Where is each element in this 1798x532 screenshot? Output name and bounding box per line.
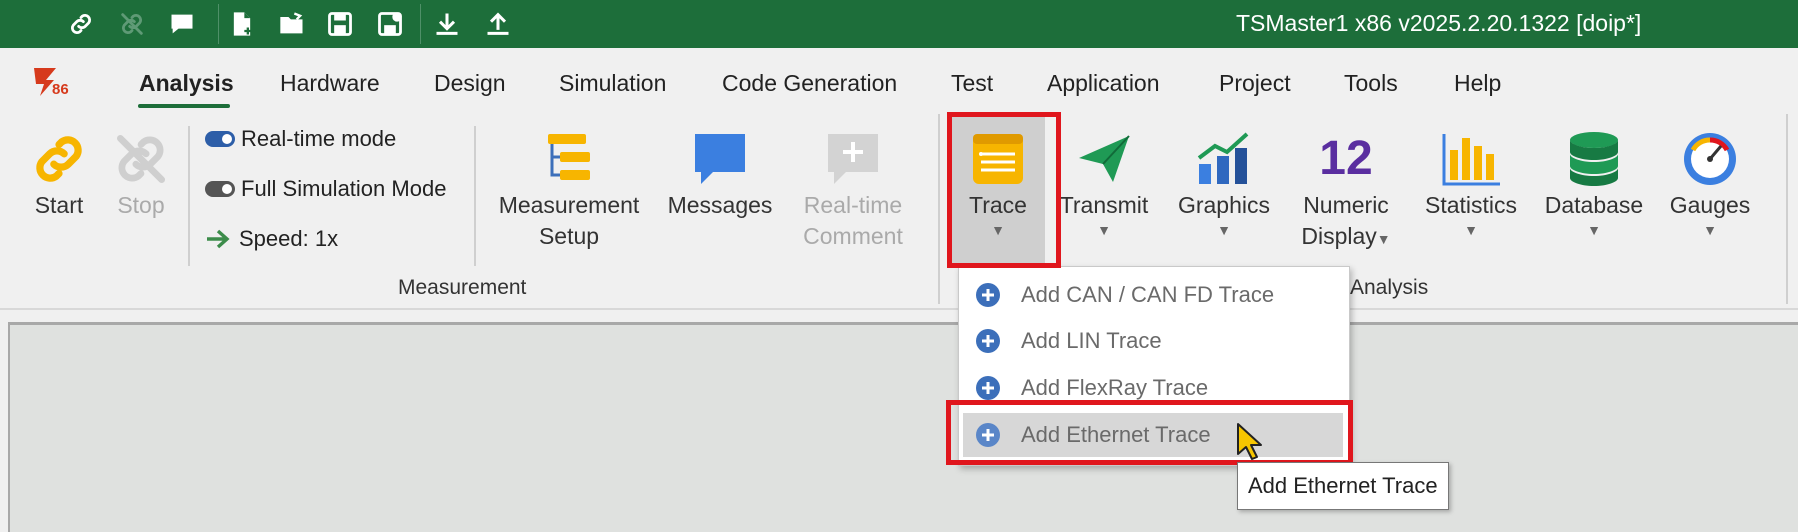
- menu-test[interactable]: Test: [951, 70, 993, 97]
- ribbon-separator: [188, 126, 190, 266]
- full-simulation-toggle[interactable]: Full Simulation Mode: [205, 176, 446, 202]
- toggle-off-icon: [205, 181, 235, 197]
- ribbon-separator: [474, 126, 476, 266]
- transmit-button[interactable]: Transmit ▼: [1056, 128, 1152, 239]
- database-icon: [1570, 132, 1618, 186]
- app-logo: 86: [30, 62, 78, 98]
- numeric-display-button[interactable]: 12 Numeric Display▼: [1294, 128, 1398, 255]
- add-circle-icon: [976, 283, 1000, 307]
- add-lin-trace-item[interactable]: Add LIN Trace: [963, 319, 1343, 363]
- full-simulation-label: Full Simulation Mode: [241, 176, 447, 201]
- window-title: TSMaster1 x86 v2025.2.20.1322 [doip*]: [1236, 10, 1642, 36]
- tooltip: Add Ethernet Trace: [1237, 462, 1449, 510]
- arrow-right-icon: [207, 229, 230, 249]
- speed-control[interactable]: Speed: 1x: [205, 226, 338, 252]
- measurement-group-label: Measurement: [398, 276, 527, 299]
- statistics-label: Statistics: [1424, 192, 1518, 218]
- messages-label: Messages: [667, 192, 773, 218]
- menu-bar: 86 Analysis Hardware Design Simulation C…: [0, 48, 1798, 110]
- toggle-on-icon: [205, 131, 235, 147]
- stop-unlink-icon: [116, 134, 166, 184]
- realtime-comment-label-2: Comment: [803, 223, 903, 249]
- ribbon-separator: [1786, 114, 1788, 304]
- menu-analysis[interactable]: Analysis: [139, 70, 234, 97]
- gauges-button[interactable]: Gauges ▼: [1662, 128, 1758, 239]
- add-can-trace-label: Add CAN / CAN FD Trace: [1021, 282, 1275, 307]
- menu-help[interactable]: Help: [1454, 70, 1501, 97]
- menu-application[interactable]: Application: [1047, 70, 1160, 97]
- gauges-label: Gauges: [1669, 192, 1751, 218]
- save-icon[interactable]: [323, 8, 357, 40]
- graphics-chart-icon: [1197, 132, 1249, 184]
- new-file-icon[interactable]: [225, 8, 259, 40]
- unlink-icon: [115, 8, 149, 40]
- menu-hardware[interactable]: Hardware: [280, 70, 380, 97]
- active-tab-underline: [138, 104, 230, 108]
- start-button[interactable]: Start: [26, 128, 92, 221]
- add-circle-icon: [976, 329, 1000, 353]
- mouse-cursor-icon: [1237, 423, 1262, 460]
- chevron-down-icon: ▼: [1464, 222, 1478, 238]
- paper-plane-icon: [1079, 135, 1130, 182]
- ethernet-highlight-box: [946, 400, 1353, 465]
- measurement-setup-label-1: Measurement: [498, 192, 640, 218]
- chevron-down-icon: ▼: [1376, 231, 1391, 247]
- title-bar: TSMaster1 x86 v2025.2.20.1322 [doip*]: [0, 0, 1798, 48]
- download-icon[interactable]: [430, 8, 464, 40]
- upload-icon[interactable]: [481, 8, 515, 40]
- chevron-down-icon: ▼: [1097, 222, 1111, 238]
- chevron-down-icon: ▼: [1587, 222, 1601, 238]
- measurement-setup-button[interactable]: Measurement Setup: [494, 128, 644, 252]
- add-can-trace-item[interactable]: Add CAN / CAN FD Trace: [963, 273, 1343, 317]
- start-link-icon: [36, 136, 82, 182]
- tooltip-text: Add Ethernet Trace: [1248, 473, 1438, 498]
- menu-simulation[interactable]: Simulation: [559, 70, 666, 97]
- menu-design[interactable]: Design: [434, 70, 506, 97]
- comment-plus-icon: [828, 134, 878, 184]
- link-icon[interactable]: [64, 8, 98, 40]
- svg-text:86: 86: [52, 81, 69, 98]
- realtime-mode-toggle[interactable]: Real-time mode: [205, 126, 396, 152]
- numeric-label-1: Numeric: [1303, 192, 1389, 218]
- start-label: Start: [34, 192, 84, 218]
- graphics-label: Graphics: [1177, 192, 1271, 218]
- realtime-comment-button: Real-time Comment: [795, 128, 911, 252]
- menu-project[interactable]: Project: [1219, 70, 1291, 97]
- numeric-label-2: Display: [1301, 223, 1377, 249]
- statistics-bars-icon: [1442, 134, 1500, 186]
- measurement-setup-label-2: Setup: [538, 223, 600, 249]
- statistics-button[interactable]: Statistics ▼: [1416, 128, 1526, 239]
- toolbar-separator: [218, 4, 219, 44]
- gauge-icon: [1684, 133, 1736, 185]
- comment-icon[interactable]: [165, 8, 199, 40]
- realtime-mode-label: Real-time mode: [241, 126, 397, 151]
- save-as-icon[interactable]: [373, 8, 407, 40]
- speed-label: Speed: 1x: [239, 226, 339, 251]
- chat-bubble-icon: [695, 134, 745, 184]
- messages-button[interactable]: Messages: [666, 128, 774, 221]
- trace-highlight-box: [947, 112, 1061, 268]
- open-folder-icon[interactable]: [275, 8, 309, 40]
- graphics-button[interactable]: Graphics ▼: [1172, 128, 1276, 239]
- transmit-label: Transmit: [1059, 192, 1149, 218]
- workspace-area[interactable]: [8, 322, 1798, 532]
- measurement-setup-icon: [548, 134, 590, 180]
- ribbon-separator: [938, 114, 940, 304]
- add-flexray-trace-label: Add FlexRay Trace: [1021, 375, 1209, 400]
- add-circle-icon: [976, 376, 1000, 400]
- analysis-group-label: Analysis: [1350, 276, 1429, 299]
- database-label: Database: [1544, 192, 1644, 218]
- stop-button: Stop: [106, 128, 176, 221]
- ribbon: Start Stop Real-time mode Full Simulatio…: [0, 110, 1798, 310]
- database-button[interactable]: Database ▼: [1542, 128, 1646, 239]
- chevron-down-icon: ▼: [1703, 222, 1717, 238]
- add-lin-trace-label: Add LIN Trace: [1021, 328, 1162, 353]
- numeric-12-icon: 12: [1319, 132, 1373, 185]
- chevron-down-icon: ▼: [1217, 222, 1231, 238]
- realtime-comment-label-1: Real-time: [803, 192, 903, 218]
- menu-code-generation[interactable]: Code Generation: [722, 70, 897, 97]
- toolbar-separator: [420, 4, 421, 44]
- menu-tools[interactable]: Tools: [1344, 70, 1398, 97]
- stop-label: Stop: [117, 192, 165, 218]
